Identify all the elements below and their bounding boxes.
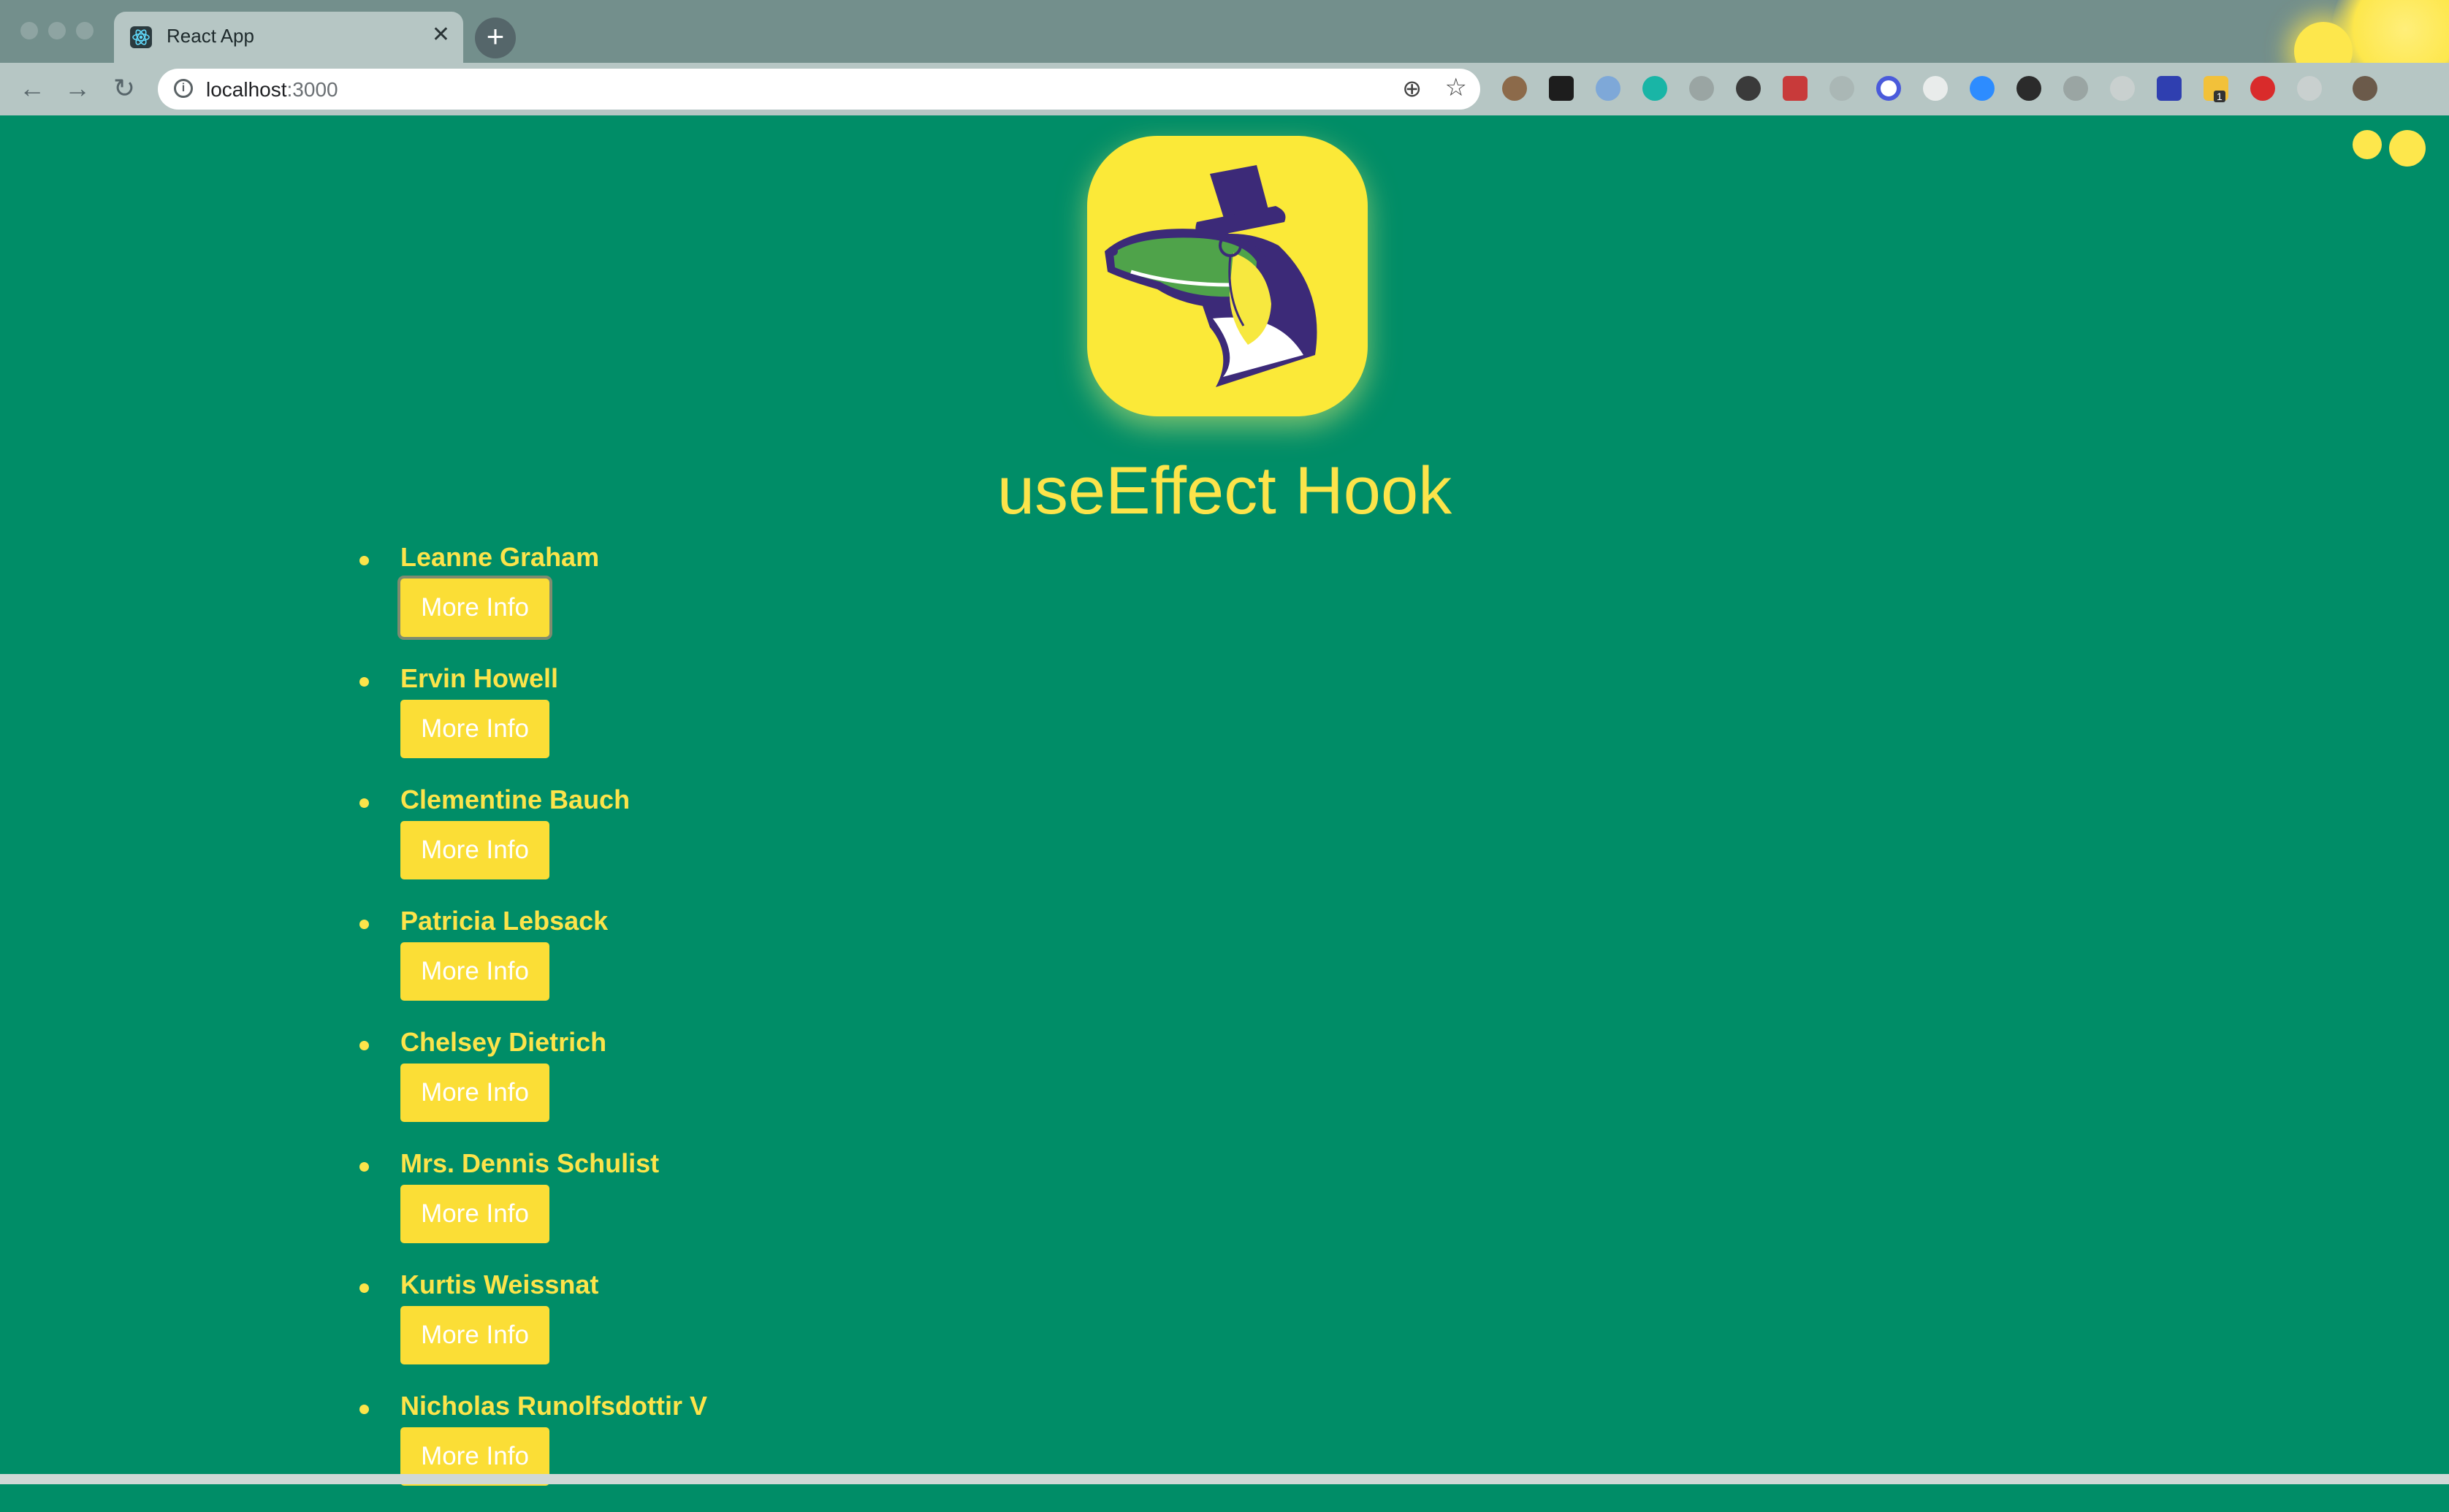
list-bullet (359, 1162, 369, 1172)
new-tab-button[interactable]: + (475, 18, 516, 58)
extension-moon-icon[interactable] (1736, 76, 1761, 101)
sun-small-decoration-icon (2389, 130, 2426, 167)
list-bullet (359, 1041, 369, 1050)
page-title: useEffect Hook (997, 454, 1452, 528)
more-info-button[interactable]: More Info (400, 579, 549, 637)
profile-avatar-icon[interactable] (2353, 76, 2377, 101)
extension-m-icon[interactable] (1642, 76, 1667, 101)
extension-circle-icon[interactable] (1923, 76, 1948, 101)
more-info-button[interactable]: More Info (400, 700, 549, 758)
browser-tab-strip: React App ✕ + (0, 0, 2449, 102)
extension-target-icon[interactable] (1876, 76, 1901, 101)
alligator-top-hat-monocle-icon (1105, 165, 1317, 387)
extension-blank-icon[interactable] (1829, 76, 1854, 101)
user-name: Chelsey Dietrich (400, 1027, 607, 1057)
bookmark-star-icon[interactable]: ☆ (1445, 73, 1467, 102)
extension-puzzle-icon[interactable] (1689, 76, 1714, 101)
extension-plane-icon[interactable] (2063, 76, 2088, 101)
extension-ghost-icon[interactable] (2297, 76, 2322, 101)
list-bullet (359, 1283, 369, 1293)
list-bullet (359, 677, 369, 687)
user-name: Nicholas Runolfsdottir V (400, 1391, 708, 1421)
extension-avatar-icon[interactable] (1502, 76, 1527, 101)
url-text[interactable]: localhost:3000 (206, 78, 338, 102)
user-name: Leanne Graham (400, 542, 600, 572)
forward-arrow-icon[interactable]: → (63, 73, 92, 104)
reload-icon[interactable]: ↻ (110, 73, 139, 104)
zoom-icon[interactable]: ⊕ (1402, 75, 1422, 102)
window-bottom-edge (0, 1474, 2449, 1484)
user-name: Kurtis Weissnat (400, 1269, 599, 1299)
tab-title: React App (167, 25, 254, 47)
window-close-dot[interactable] (20, 22, 38, 39)
user-name: Patricia Lebsack (400, 906, 609, 936)
browser-toolbar: ← → ↻ i localhost:3000 ⊕ ☆ 1 (0, 63, 2449, 167)
extension-badge-icon[interactable]: 1 (2204, 76, 2228, 102)
extension-badge-count: 1 (2214, 91, 2225, 102)
extension-face-icon[interactable] (2016, 76, 2041, 101)
window-zoom-dot[interactable] (76, 22, 94, 39)
app-logo (1087, 136, 1368, 416)
back-arrow-icon[interactable]: ← (18, 73, 47, 104)
list-bullet (359, 1405, 369, 1414)
tab-close-icon[interactable]: ✕ (432, 22, 450, 47)
more-info-button[interactable]: More Info (400, 1064, 549, 1122)
window-minimize-dot[interactable] (48, 22, 66, 39)
list-bullet (359, 556, 369, 565)
address-bar[interactable]: i localhost:3000 ⊕ ☆ (158, 69, 1480, 110)
extension-zoom-icon[interactable] (1970, 76, 1995, 101)
extension-red-box-icon[interactable] (1783, 76, 1808, 101)
more-info-button[interactable]: More Info (400, 821, 549, 879)
user-name: Mrs. Dennis Schulist (400, 1148, 660, 1178)
user-name: Ervin Howell (400, 663, 559, 693)
list-bullet (359, 798, 369, 808)
browser-tab[interactable]: React App ✕ (114, 12, 463, 63)
more-info-button[interactable]: More Info (400, 942, 549, 1001)
extension-feather-icon[interactable] (1596, 76, 1620, 101)
site-info-icon[interactable]: i (174, 79, 193, 98)
more-info-button[interactable]: More Info (400, 1306, 549, 1364)
extension-green-dot-icon[interactable] (1549, 76, 1574, 101)
more-info-button[interactable]: More Info (400, 1185, 549, 1243)
extension-refresh-icon[interactable] (2110, 76, 2135, 101)
react-favicon-icon (130, 26, 152, 48)
list-bullet (359, 920, 369, 929)
extension-power-icon[interactable] (2250, 76, 2275, 101)
user-name: Clementine Bauch (400, 784, 631, 814)
extension-blue-box-icon[interactable] (2157, 76, 2182, 101)
sun-tiny-decoration-icon (2353, 130, 2382, 159)
